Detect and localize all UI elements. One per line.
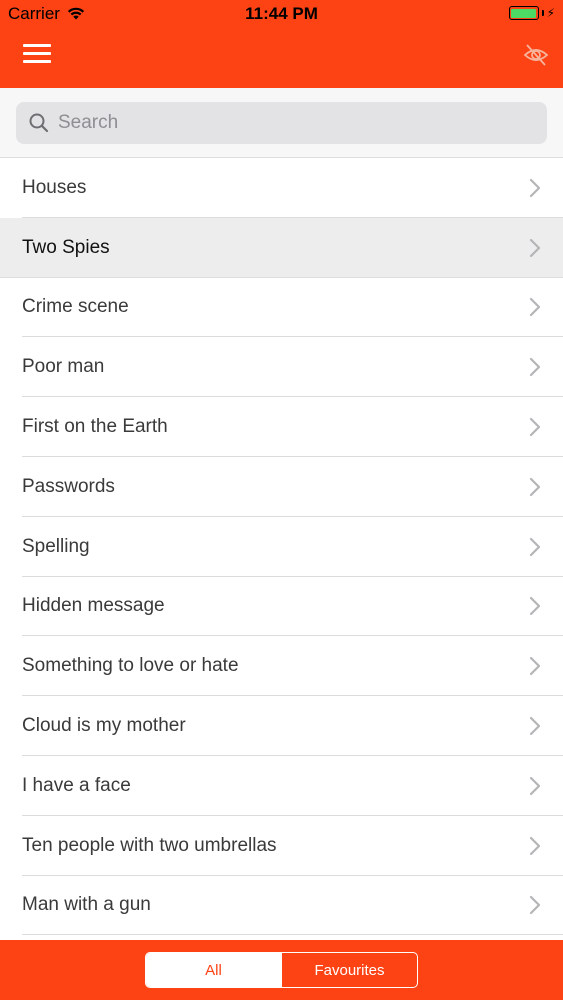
search-icon [29, 113, 49, 133]
chevron-right-icon [529, 238, 541, 257]
list-item[interactable]: Cloud is my mother [0, 696, 563, 756]
nav-header: Carrier 11:44 PM ⚡ [0, 0, 563, 88]
list-item-label: Man with a gun [22, 894, 151, 916]
list-item[interactable]: Crime scene [0, 277, 563, 338]
chevron-right-icon [529, 597, 541, 616]
chevron-right-icon [529, 896, 541, 915]
menu-line [23, 44, 51, 47]
tab-favourites[interactable]: Favourites [281, 953, 417, 987]
list-item[interactable]: Spelling [0, 516, 563, 577]
chevron-right-icon [529, 358, 541, 377]
list-item[interactable]: Houses [0, 158, 563, 218]
filter-segmented-control: All Favourites [145, 952, 418, 988]
list-item[interactable]: Passwords [0, 456, 563, 517]
status-bar: Carrier 11:44 PM ⚡ [0, 0, 563, 28]
list-item[interactable]: Man with a gun [0, 875, 563, 936]
chevron-right-icon [529, 537, 541, 556]
search-input[interactable] [58, 112, 518, 134]
list-item-label: I have a face [22, 774, 131, 796]
list-item-label: Houses [22, 176, 87, 198]
list-item-label: Passwords [22, 475, 115, 497]
list-item-label: Cloud is my mother [22, 715, 186, 737]
bottom-bar: All Favourites [0, 940, 563, 1000]
battery-level [511, 8, 537, 18]
hamburger-menu-icon[interactable] [20, 40, 56, 68]
chevron-right-icon [529, 417, 541, 437]
list-item[interactable]: First on the Earth [0, 397, 563, 457]
list-item[interactable]: Poor man [0, 337, 563, 398]
list-item[interactable]: Something to love or hate [0, 636, 563, 697]
menu-line [23, 52, 51, 55]
chevron-right-icon [529, 716, 541, 736]
charging-bolt-icon: ⚡ [546, 6, 555, 20]
chevron-right-icon [529, 836, 541, 855]
search-bar [0, 88, 563, 158]
list-item-label: Ten people with two umbrellas [22, 834, 277, 856]
battery-icon [508, 6, 539, 20]
list-item-label: Crime scene [22, 296, 129, 318]
menu-line [23, 60, 51, 63]
chevron-right-icon [529, 178, 541, 197]
puzzle-list: Houses Two Spies Crime scene Poor man First … [0, 158, 563, 940]
battery-indicator: ⚡ [508, 6, 555, 20]
chevron-right-icon [529, 477, 541, 496]
chevron-right-icon [529, 657, 541, 676]
status-time: 11:44 PM [245, 4, 318, 23]
chevron-right-icon [529, 298, 541, 317]
list-item-label: Something to love or hate [22, 655, 239, 677]
list-item-label: Poor man [22, 356, 105, 378]
list-item-label: Two Spies [22, 236, 110, 258]
eye-slash-icon[interactable] [521, 40, 551, 70]
list-item-label: Spelling [22, 535, 90, 557]
chevron-right-icon [529, 776, 541, 795]
list-item-label: First on the Earth [22, 416, 168, 438]
list-item[interactable]: Two Spies [0, 217, 563, 278]
list-item-label: Hidden message [22, 595, 165, 617]
tab-all[interactable]: All [146, 953, 281, 987]
search-field[interactable] [16, 102, 547, 144]
list-item[interactable]: Ten people with two umbrellas [0, 815, 563, 876]
battery-tip [541, 10, 544, 16]
list-item[interactable]: I have a face [0, 755, 563, 816]
list-item[interactable]: Hidden message [0, 576, 563, 637]
